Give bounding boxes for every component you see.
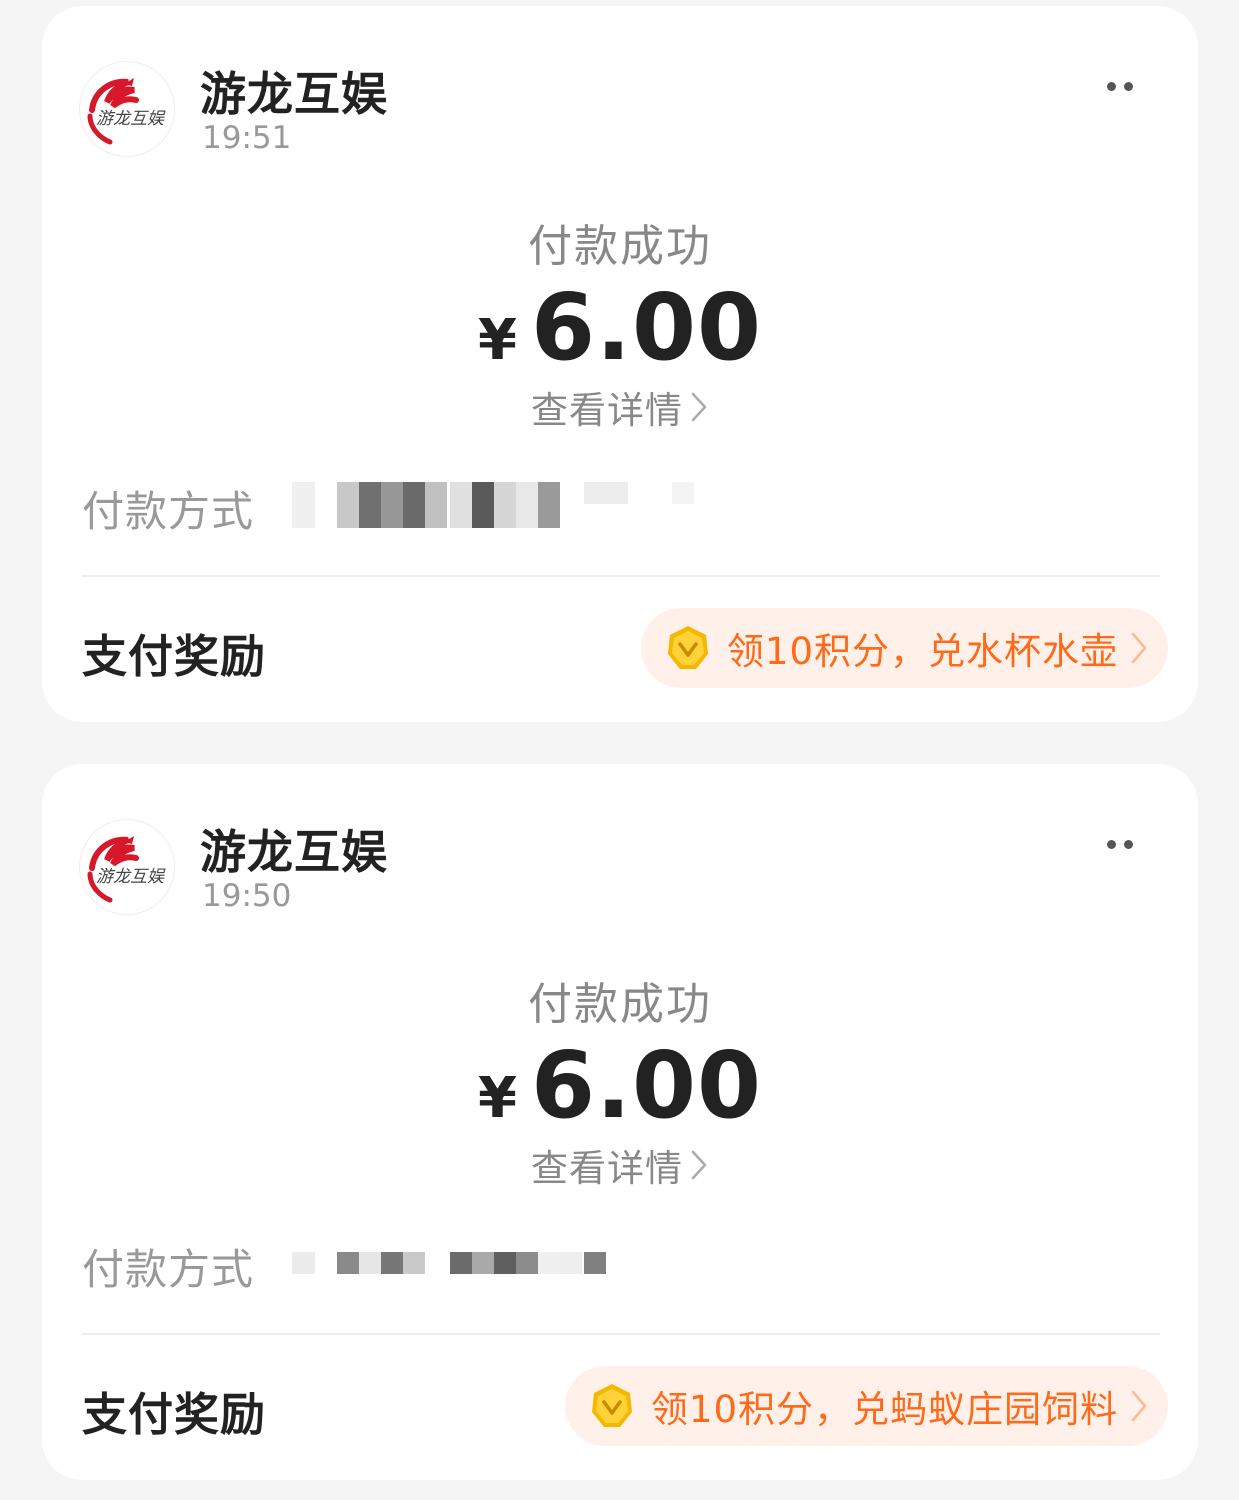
merchant-avatar[interactable]: 游龙互娱 [80,820,174,914]
divider [82,1333,1160,1335]
view-details-link[interactable]: 查看详情 [42,1138,1198,1192]
chevron-right-icon [1131,1390,1147,1422]
reward-text: 领10积分，兑水杯水壶 [726,630,1118,673]
merchant-name: 游龙互娱 [200,67,388,121]
dragon-logo-icon: 游龙互娱 [87,836,166,903]
more-options-button[interactable] [1094,828,1146,860]
reward-label: 支付奖励 [82,1388,267,1441]
more-dot-icon [1124,839,1133,849]
reward-text: 领10积分，兑蚂蚁庄园饲料 [650,1388,1118,1431]
amount-value: 6.00 [530,274,762,381]
payment-status: 付款成功 [528,221,712,272]
currency-symbol: ¥ [478,308,517,373]
payment-time: 19:50 [202,878,292,914]
logo-text: 游龙互娱 [96,867,166,887]
payment-method-value-blurred [292,482,712,528]
reward-label: 支付奖励 [82,630,267,683]
logo-text: 游龙互娱 [96,109,166,129]
more-dot-icon [1107,839,1116,849]
payment-method-label: 付款方式 [82,1245,255,1294]
divider [82,575,1160,577]
amount-value: 6.00 [530,1032,762,1139]
more-dot-icon [1124,81,1133,91]
chevron-right-icon [691,392,707,422]
gold-coin-icon [667,626,708,669]
more-dot-icon [1107,81,1116,91]
payment-amount: ¥ 6.00 [42,1032,1198,1139]
gold-coin-icon [591,1384,632,1427]
payment-time: 19:51 [202,120,292,156]
payment-method-value-blurred [292,1240,712,1286]
chevron-right-icon [691,1150,707,1180]
reward-button[interactable]: 领10积分，兑蚂蚁庄园饲料 [564,1366,1168,1446]
payment-card[interactable]: 游龙互娱 游龙互娱 19:50 付款成功 ¥ 6.00 查看详情 付款方式 支付… [42,764,1198,1480]
view-details-label: 查看详情 [531,389,683,432]
payment-method-label: 付款方式 [82,487,255,536]
dragon-logo-icon: 游龙互娱 [87,78,166,145]
payment-card[interactable]: 游龙互娱 游龙互娱 19:51 付款成功 ¥ 6.00 查看详情 付款方式 支付… [42,6,1198,722]
view-details-label: 查看详情 [531,1147,683,1190]
merchant-avatar[interactable]: 游龙互娱 [80,62,174,156]
reward-button[interactable]: 领10积分，兑水杯水壶 [640,608,1168,688]
merchant-name: 游龙互娱 [200,825,388,879]
more-options-button[interactable] [1094,70,1146,102]
currency-symbol: ¥ [478,1066,517,1131]
view-details-link[interactable]: 查看详情 [42,380,1198,434]
payment-status: 付款成功 [528,979,712,1030]
chevron-right-icon [1131,632,1147,664]
payment-amount: ¥ 6.00 [42,274,1198,381]
